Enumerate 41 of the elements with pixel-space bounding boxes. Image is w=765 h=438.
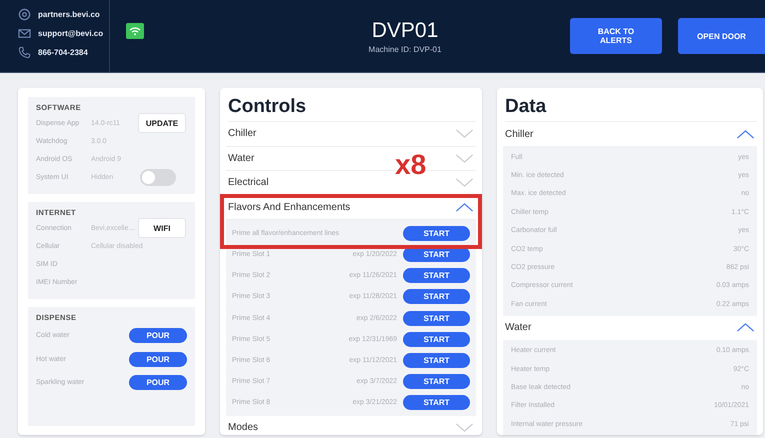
start-button[interactable]: START [403,289,470,304]
contact-text[interactable]: support@bevi.co [38,28,104,38]
mail-icon [18,26,31,40]
accordion-header[interactable]: Modes [228,422,258,433]
contact-text[interactable]: partners.bevi.co [38,10,100,18]
pour-button[interactable]: POUR [129,352,187,367]
accordion-header[interactable]: Water [505,322,532,334]
accordion-header[interactable]: Chiller [228,128,256,140]
card-title: Controls [228,92,476,122]
pour-button[interactable]: POUR [129,375,187,390]
accordion-header[interactable]: Flavors And Enhancements [228,202,350,213]
start-button[interactable]: START [403,395,470,410]
start-button[interactable]: START [403,226,470,240]
header-button[interactable]: OPEN DOOR [678,18,765,54]
chevron-down-icon[interactable] [455,154,474,163]
chevron-up-icon[interactable] [736,130,755,138]
toggle-switch[interactable] [140,168,176,186]
chevron-down-icon[interactable] [455,129,474,138]
start-button[interactable]: START [403,374,470,390]
action-button[interactable]: UPDATE [138,113,186,133]
chevron-up-icon[interactable] [736,323,755,332]
action-button[interactable]: WIFI [138,218,186,238]
start-button[interactable]: START [403,310,470,326]
annotation-text: x8 [395,151,426,179]
header-button[interactable]: BACK TO ALERTS [570,18,662,54]
start-button[interactable]: START [403,353,470,368]
accordion-header[interactable]: Electrical [228,177,269,188]
accordion-header[interactable]: Chiller [505,128,534,140]
chevron-down-icon[interactable] [455,178,474,188]
start-button[interactable]: START [403,268,470,284]
globe-icon [18,8,31,20]
machine-title: DVP01 [372,18,438,42]
machine-id: Machine ID: DVP-01 [368,44,442,54]
chevron-up-icon[interactable] [455,202,474,212]
chevron-down-icon[interactable] [455,422,474,432]
phone-icon [18,46,31,58]
start-button[interactable]: START [403,332,470,347]
contact-text[interactable]: 866-704-2384 [38,48,88,56]
pour-button[interactable]: POUR [129,328,187,344]
card-title: Data [505,92,757,122]
accordion-header[interactable]: Water [228,152,254,164]
